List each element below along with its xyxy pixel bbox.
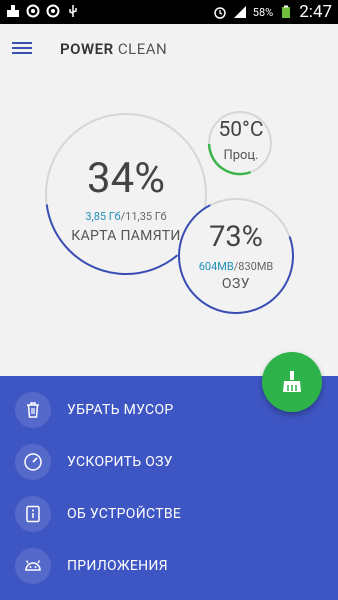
ram-usage: 604MB/830MB: [180, 260, 292, 273]
ram-used: 604MB: [198, 260, 234, 273]
battery-charging-icon: [282, 5, 291, 18]
cpu-label: Проц.: [223, 148, 259, 163]
sync-icon: [46, 4, 60, 18]
memory-percent: 34%: [87, 154, 165, 203]
app-bar: POWER CLEAN: [0, 24, 338, 76]
menu-item-label: УСКОРИТЬ ОЗУ: [67, 454, 173, 470]
ram-label: ОЗУ: [221, 276, 251, 292]
app-title-bold: POWER: [60, 40, 114, 58]
speedometer-icon: [15, 444, 51, 480]
cleaner-notification-icon: [7, 5, 19, 17]
menu-item-label: ОБ УСТРОЙСТВЕ: [67, 506, 182, 522]
menu-item-label: ПРИЛОЖЕНИЯ: [67, 558, 168, 574]
memory-total: /11,35 Гб: [120, 210, 167, 223]
android-icon: [15, 548, 51, 584]
menu-item-boost-ram[interactable]: УСКОРИТЬ ОЗУ: [0, 436, 338, 488]
menu-item-label: УБРАТЬ МУСОР: [67, 402, 174, 418]
alarm-icon: [214, 7, 226, 19]
menu-item-apps[interactable]: ПРИЛОЖЕНИЯ: [0, 540, 338, 592]
info-icon: [15, 496, 51, 532]
signal-icon: [233, 6, 246, 18]
usb-icon: [69, 5, 77, 17]
ram-percent: 73%: [209, 220, 263, 254]
app-title-light: CLEAN: [117, 40, 168, 58]
clean-fab-button[interactable]: [262, 352, 322, 412]
menu-item-about-device[interactable]: ОБ УСТРОЙСТВЕ: [0, 488, 338, 540]
gauges-area: 34% 3,85 Гб/11,35 Гб КАРТА ПАМЯТИ 50°C П…: [0, 76, 338, 376]
battery-percent: 58%: [252, 5, 274, 19]
broom-icon: [283, 371, 301, 392]
ram-total: /830MB: [233, 260, 274, 273]
status-bar: 58% 2:47: [0, 0, 338, 24]
app-title: POWER CLEAN: [60, 40, 167, 58]
clock: 2:47: [299, 2, 332, 22]
sync-icon: [26, 4, 40, 18]
cpu-temperature: 50°C: [218, 118, 264, 142]
hamburger-menu-icon[interactable]: [12, 40, 32, 56]
memory-used: 3,85 Гб: [85, 210, 121, 223]
trash-icon: [15, 392, 51, 428]
